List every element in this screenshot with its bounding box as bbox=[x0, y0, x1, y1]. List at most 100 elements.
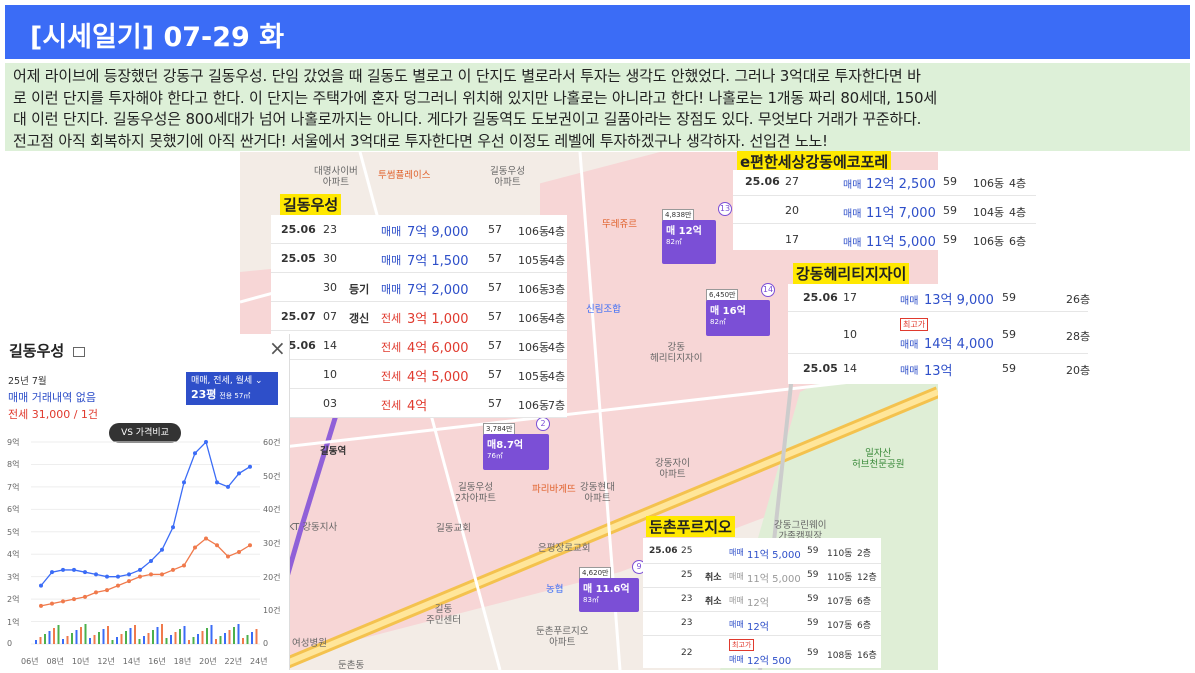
volume-bar bbox=[251, 632, 253, 644]
volume-bar bbox=[129, 628, 132, 644]
map-label: 강동자이 아파트 bbox=[655, 458, 690, 480]
bubble-area: 82㎡ bbox=[666, 238, 682, 246]
table-row: 17 매매 11억 5,000 59 106동 6층 bbox=[785, 233, 1027, 250]
volume-bar bbox=[255, 629, 258, 644]
table-row: 25.05 30 매매 7억 1,500 57 105동 4층 bbox=[271, 244, 567, 273]
buy-status: 매매 거래내역 없음 bbox=[8, 391, 96, 404]
table-row: 25.06 14 전세 4억 6,000 57 106동 4층 bbox=[271, 331, 567, 360]
chevron-down-icon: ⌄ bbox=[255, 376, 263, 386]
table-row: 22 최고가 매매 12억 500 59 108동 16층 bbox=[681, 639, 877, 667]
bubble-count: 13 bbox=[718, 202, 732, 216]
map-label: 파리바게뜨 bbox=[532, 484, 576, 495]
volume-bar bbox=[125, 631, 127, 644]
listing-bubble[interactable]: 매 11.6억 83㎡ bbox=[579, 578, 639, 612]
bubble-label: 매 11.6억 bbox=[583, 584, 630, 595]
volume-bar bbox=[224, 633, 226, 644]
trade-type-select[interactable]: 매매, 전세, 월세 ⌄ 23평 전용 57㎡ bbox=[186, 372, 278, 405]
intro-line: 로 이런 단지를 투자해야 한다고 한다. 이 단지는 주택가에 혼자 덩그러니… bbox=[13, 88, 937, 107]
table-row: 25.05 14 매매 13억 59 20층 bbox=[803, 362, 1091, 379]
volume-bar bbox=[197, 634, 199, 644]
volume-bar bbox=[219, 636, 222, 644]
panel-title: 길동우성 bbox=[9, 340, 86, 361]
intro-text: 어제 라이브에 등장했던 강동구 길동우성. 단임 갔었을 때 길동도 별로고 … bbox=[5, 63, 1190, 151]
table-row: 20 매매 11억 7,000 59 104동 4층 bbox=[733, 196, 1036, 224]
trade-table-dunchon: 25.06 25 매매 11억 5,000 59 110동 2층 25 취소 매… bbox=[643, 538, 881, 668]
map-label: 강동현대 아파트 bbox=[580, 482, 615, 504]
trade-table-heritage: 25.06 17 매매 13억 9,000 59 26층 10 최고가 매매 1… bbox=[788, 284, 1091, 384]
volume-bar bbox=[201, 631, 204, 644]
volume-bar bbox=[107, 626, 109, 644]
table-row: 30 등기 매매 7억 2,000 57 106동 3층 bbox=[271, 273, 567, 302]
volume-bar bbox=[93, 635, 96, 644]
close-icon[interactable]: × bbox=[269, 336, 286, 360]
volume-bar bbox=[179, 629, 181, 644]
map-label: KT 강동지사 bbox=[288, 522, 338, 533]
volume-bar bbox=[116, 637, 118, 644]
volume-bar bbox=[62, 639, 64, 644]
month-label: 25년 7월 bbox=[8, 376, 47, 387]
volume-bar bbox=[80, 627, 82, 644]
table-row: 10 전세 4억 5,000 57 105동 4층 bbox=[271, 360, 567, 389]
volume-bar bbox=[215, 639, 217, 644]
listing-bubble[interactable]: 매 12억 82㎡ bbox=[662, 220, 716, 264]
volume-bar bbox=[183, 626, 186, 644]
map-book-icon[interactable] bbox=[73, 346, 86, 357]
volume-bar bbox=[170, 635, 172, 644]
map-label: 일자산 허브천문공원 bbox=[852, 448, 905, 470]
bubble-count: 14 bbox=[761, 283, 775, 297]
map-label: 뚜레쥬르 bbox=[602, 219, 637, 230]
map-label: 길동우성 아파트 bbox=[490, 166, 525, 188]
volume-bar bbox=[233, 627, 235, 644]
table-row: 25.06 23 매매 7억 9,000 57 106동 4층 bbox=[271, 215, 567, 244]
table-row: 10 최고가 매매 14억 4,000 59 28층 bbox=[788, 312, 1090, 354]
complex-detail-panel: 길동우성 × 25년 7월 매매 거래내역 없음 전세 31,000 / 1건 … bbox=[5, 334, 290, 670]
table-row: 03 전세 4억 57 106동 7층 bbox=[271, 389, 567, 418]
volume-bar bbox=[188, 640, 190, 644]
series-line bbox=[40, 537, 251, 607]
volume-bar bbox=[147, 633, 150, 644]
bubble-label: 매8.7억 bbox=[487, 440, 524, 451]
volume-bar bbox=[57, 625, 60, 644]
volume-bar bbox=[44, 634, 46, 644]
trade-table-gildong: 25.06 23 매매 7억 9,000 57 106동 4층 25.05 30… bbox=[271, 215, 567, 418]
map-label: 강동 헤리티지자이 bbox=[650, 342, 703, 364]
volume-bar bbox=[246, 635, 249, 644]
table-row: 25 취소 매매 11억 5,000 59 110동 12층 bbox=[643, 564, 881, 588]
volume-bar bbox=[192, 637, 195, 644]
intro-line: 전고점 아직 회복하지 못했기에 아직 싼거다! 서울에서 3억대로 투자한다면… bbox=[13, 131, 828, 150]
listing-bubble[interactable]: 매 16억 82㎡ bbox=[706, 300, 770, 336]
map-label: 둔촌동 bbox=[338, 660, 365, 670]
table-row: 25.06 17 매매 13억 9,000 59 26층 bbox=[788, 284, 1090, 312]
page-title: [시세일기] 07-29 화 bbox=[5, 5, 1190, 59]
volume-bar bbox=[120, 634, 123, 644]
series-line bbox=[40, 440, 251, 587]
listing-bubble[interactable]: 매8.7억 76㎡ bbox=[483, 434, 549, 470]
bubble-label: 매 16억 bbox=[710, 306, 746, 317]
jeonse-status: 전세 31,000 / 1건 bbox=[8, 408, 99, 421]
map-label: 농협 bbox=[546, 584, 564, 595]
map-label: 은평장로교회 bbox=[538, 543, 591, 554]
map-label: 여성병원 bbox=[292, 638, 327, 649]
volume-bar bbox=[35, 640, 37, 644]
complex-label-dunchon: 둔촌푸르지오 bbox=[646, 516, 735, 537]
volume-bar bbox=[48, 631, 51, 644]
bubble-label: 매 12억 bbox=[666, 226, 702, 237]
volume-bar bbox=[53, 628, 55, 644]
table-row: 23 취소 매매 12억 59 107동 6층 bbox=[643, 588, 881, 612]
station-label: 길동역 bbox=[320, 446, 347, 457]
volume-bar bbox=[152, 630, 154, 644]
volume-bar bbox=[98, 632, 100, 644]
volume-bar bbox=[161, 624, 163, 644]
bubble-area: 83㎡ bbox=[583, 596, 599, 604]
trade-table-ecoforet: 25.06 27 매매 12억 2,500 59 106동 4층 20 매매 1… bbox=[733, 170, 1036, 250]
volume-bar bbox=[71, 633, 73, 644]
map-label: 대명사이버 아파트 bbox=[314, 166, 358, 188]
complex-label-gildong: 길동우성 bbox=[280, 194, 342, 215]
bubble-area: 76㎡ bbox=[487, 452, 503, 460]
volume-bar bbox=[102, 629, 105, 644]
intro-line: 어제 라이브에 등장했던 강동구 길동우성. 단임 갔었을 때 길동도 별로고 … bbox=[13, 67, 921, 85]
volume-bar bbox=[134, 625, 136, 644]
volume-bar bbox=[39, 637, 42, 644]
intro-line: 대 이런 단지다. 길동우성은 800세대가 넘어 나홀로까지는 아니다. 게다… bbox=[13, 110, 922, 128]
volume-bar bbox=[89, 638, 91, 644]
